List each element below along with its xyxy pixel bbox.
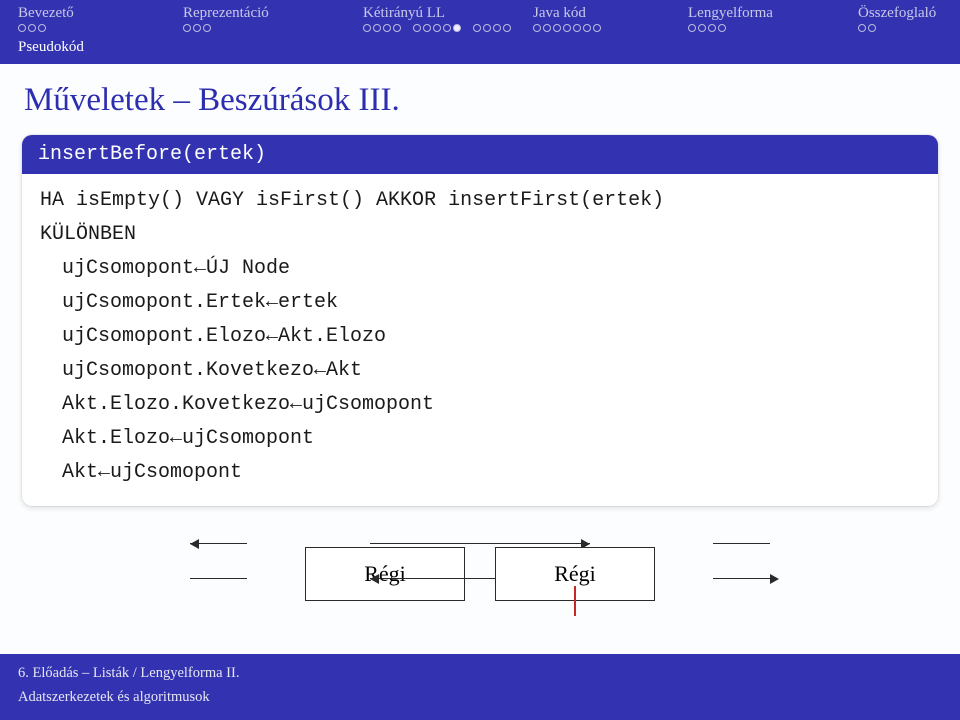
code-line: KÜLÖNBEN — [40, 218, 920, 252]
nav-label: Java kód — [533, 5, 586, 22]
code-line: ujCsomopont.Elozo←Akt.Elozo — [40, 320, 920, 354]
nav-label: Lengyelforma — [688, 5, 773, 22]
nav-progress-dots — [858, 24, 876, 36]
linked-list-diagram: Régi Régi — [0, 534, 960, 614]
slide-title: Műveletek – Beszúrások III. — [0, 64, 960, 129]
arrow-tail — [190, 543, 247, 544]
insertion-marker — [574, 586, 576, 616]
nav-label: Kétirányú LL — [363, 5, 445, 22]
list-node-old-1: Régi — [305, 547, 465, 601]
code-line: ujCsomopont.Kovetkezo←Akt — [40, 354, 920, 388]
nav-sec-bevezeto[interactable]: Bevezető — [18, 5, 183, 36]
arrow-tail — [713, 543, 770, 544]
block-body: HA isEmpty() VAGY isFirst() AKKOR insert… — [22, 174, 938, 506]
arrow-tail — [190, 578, 247, 579]
footer-line-1: 6. Előadás – Listák / Lengyelforma II. — [18, 662, 942, 686]
nav-progress-dots — [18, 24, 46, 36]
nav-sec-osszefoglalo[interactable]: Összefoglaló — [858, 5, 942, 36]
arrow-next — [370, 543, 590, 544]
code-line: Akt.Elozo.Kovetkezo←ujCsomopont — [40, 388, 920, 422]
nav-label: Reprezentáció — [183, 5, 269, 22]
nav-sections: Bevezető Reprezentáció Kétirányú LL Java… — [0, 0, 960, 36]
code-line: Akt←ujCsomopont — [40, 456, 920, 490]
block-header: insertBefore(ertek) — [22, 135, 938, 174]
code-line: ujCsomopont.Ertek←ertek — [40, 286, 920, 320]
code-line: HA isEmpty() VAGY isFirst() AKKOR insert… — [40, 184, 920, 218]
nav-label: Bevezető — [18, 5, 74, 22]
arrow-tail — [713, 578, 770, 579]
nav-sec-ketiranyu[interactable]: Kétirányú LL — [363, 5, 533, 36]
nav-label: Összefoglaló — [858, 5, 936, 22]
pseudocode-block: insertBefore(ertek) HA isEmpty() VAGY is… — [22, 135, 938, 506]
nav-progress-dots — [363, 24, 511, 36]
nav-subsection: Pseudokód — [0, 36, 960, 64]
nav-progress-dots — [183, 24, 211, 36]
nav-sec-lengyelforma[interactable]: Lengyelforma — [688, 5, 858, 36]
top-nav: Bevezető Reprezentáció Kétirányú LL Java… — [0, 0, 960, 64]
nav-progress-dots — [533, 24, 601, 36]
footer-line-2: Adatszerkezetek és algoritmusok — [18, 686, 942, 710]
code-line: ujCsomopont←ÚJ Node — [40, 252, 920, 286]
nav-progress-dots — [688, 24, 726, 36]
code-line: Akt.Elozo←ujCsomopont — [40, 422, 920, 456]
nav-sec-javakod[interactable]: Java kód — [533, 5, 688, 36]
nav-sec-reprezentacio[interactable]: Reprezentáció — [183, 5, 363, 36]
slide-footer: 6. Előadás – Listák / Lengyelforma II. A… — [0, 654, 960, 720]
